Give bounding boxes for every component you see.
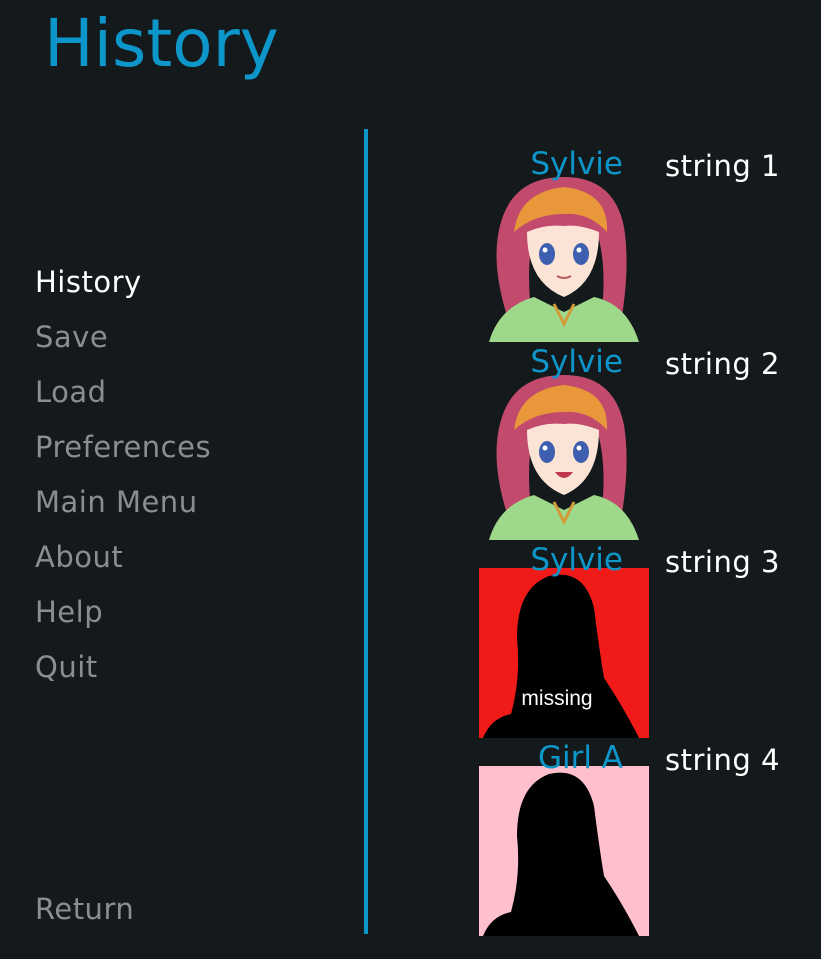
missing-label: missing bbox=[521, 687, 592, 710]
missing-image-placeholder: missing bbox=[479, 568, 649, 738]
dialogue-text: string 4 bbox=[665, 743, 780, 777]
dialogue-text: string 2 bbox=[665, 347, 780, 381]
screen-title: History bbox=[44, 5, 279, 82]
nav-item-history[interactable]: History bbox=[35, 255, 211, 310]
speaker-name: Girl A bbox=[537, 740, 623, 776]
dialogue-text: string 3 bbox=[665, 545, 780, 579]
silhouette-placeholder bbox=[479, 766, 649, 936]
speaker-name: Sylvie bbox=[530, 344, 623, 380]
nav-item-preferences[interactable]: Preferences bbox=[35, 420, 211, 475]
speaker-name: Sylvie bbox=[530, 542, 623, 578]
history-entry: missing Sylvie string 3 bbox=[479, 540, 809, 738]
history-entry: Girl A string 4 bbox=[479, 738, 809, 936]
nav-item-save[interactable]: Save bbox=[35, 310, 211, 365]
nav-item-help[interactable]: Help bbox=[35, 585, 211, 640]
dialogue-text: string 1 bbox=[665, 149, 780, 183]
history-entry: Sylvie string 2 bbox=[479, 342, 809, 540]
return-button[interactable]: Return bbox=[35, 882, 134, 937]
nav-item-quit[interactable]: Quit bbox=[35, 640, 211, 695]
history-entry: Sylvie string 1 bbox=[479, 144, 809, 342]
speaker-name: Sylvie bbox=[530, 146, 623, 182]
nav-item-load[interactable]: Load bbox=[35, 365, 211, 420]
sylvie-laughing-portrait bbox=[479, 370, 649, 540]
sylvie-smiling-portrait bbox=[479, 172, 649, 342]
nav-item-about[interactable]: About bbox=[35, 530, 211, 585]
nav-item-main-menu[interactable]: Main Menu bbox=[35, 475, 211, 530]
menu-divider bbox=[364, 129, 368, 934]
game-menu-nav: History Save Load Preferences Main Menu … bbox=[35, 255, 211, 695]
